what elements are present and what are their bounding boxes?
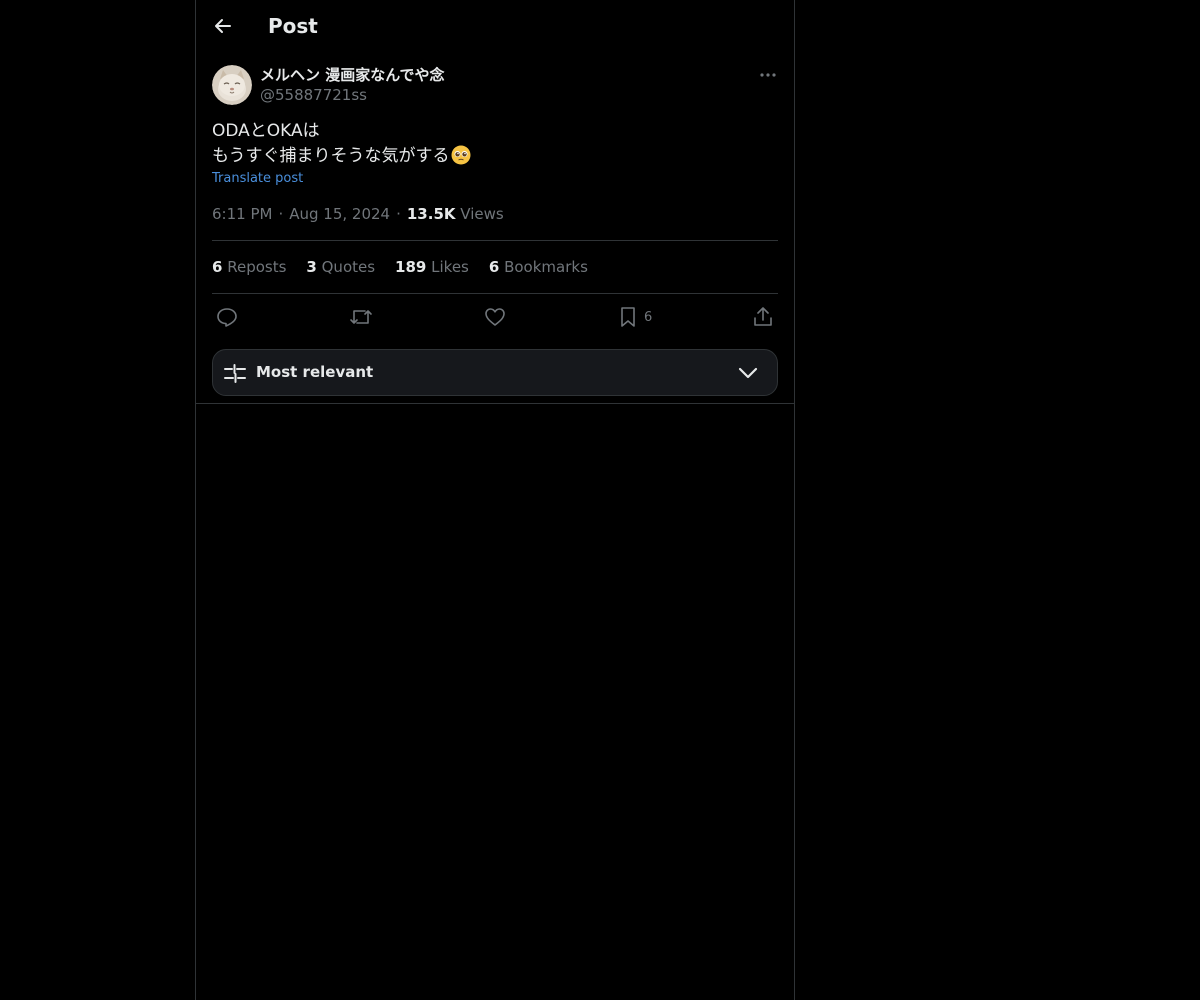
translate-post-link[interactable]: Translate post <box>212 170 303 188</box>
post-meta: 6:11 PM · Aug 15, 2024 · 13.5K Views <box>212 204 504 224</box>
views-count: 13.5K <box>406 205 456 223</box>
divider <box>212 293 778 294</box>
bookmarks-stat[interactable]: 6 Bookmarks <box>489 257 588 277</box>
post-text-line2: もうすぐ捕まりそうな気がする <box>212 146 450 166</box>
author-name[interactable]: メルヘン 漫画家なんでや念 <box>260 65 444 85</box>
post-actions: 6 <box>212 303 778 331</box>
post-article: メルヘン 漫画家なんでや念 @55887721ss ODAとOKAは もうすぐ捕… <box>212 63 778 327</box>
author-handle[interactable]: @55887721ss <box>260 85 367 105</box>
bookmark-icon <box>621 307 635 327</box>
likes-stat[interactable]: 189 Likes <box>395 257 469 277</box>
reply-button[interactable] <box>216 303 238 331</box>
more-horizontal-icon <box>760 73 776 77</box>
reposts-stat[interactable]: 6 Reposts <box>212 257 286 277</box>
sliders-icon <box>224 364 246 383</box>
avatar[interactable] <box>212 65 252 105</box>
reposts-label: Reposts <box>227 258 287 276</box>
bookmarks-count: 6 <box>488 258 500 276</box>
meta-separator: · <box>278 205 284 223</box>
likes-label: Likes <box>431 258 469 276</box>
quotes-label: Quotes <box>321 258 376 276</box>
bookmark-button[interactable]: 6 <box>618 303 652 331</box>
like-button[interactable] <box>484 303 506 331</box>
repost-button[interactable] <box>349 303 373 331</box>
repost-icon <box>350 310 372 324</box>
quotes-count: 3 <box>306 258 317 276</box>
main-column: Post メルヘン 漫画家なんでや念 @55887721ss ODAとOKAは … <box>195 0 795 1000</box>
post-stats: 6 Reposts 3 Quotes 189 Likes 6 Bookmarks <box>212 257 588 277</box>
author-row: メルヘン 漫画家なんでや念 @55887721ss <box>212 63 778 107</box>
divider <box>212 240 778 241</box>
cat-avatar-icon <box>212 65 252 105</box>
post-date[interactable]: Aug 15, 2024 <box>289 205 390 223</box>
likes-count: 189 <box>395 258 427 276</box>
meta-separator: · <box>396 205 401 223</box>
post-time[interactable]: 6:11 PM <box>212 205 272 223</box>
reposts-count: 6 <box>212 258 223 276</box>
sort-label: Most relevant <box>256 363 374 381</box>
views-label: Views <box>460 205 504 223</box>
quotes-stat[interactable]: 3 Quotes <box>306 257 375 277</box>
back-button[interactable] <box>208 11 238 41</box>
section-divider <box>196 403 794 404</box>
post-text-line1: ODAとOKAは <box>212 121 320 141</box>
more-options-button[interactable] <box>758 67 778 83</box>
arrow-left-icon <box>215 19 231 33</box>
page-title: Post <box>268 14 318 38</box>
share-icon <box>754 307 772 326</box>
chevron-down-icon <box>738 367 758 379</box>
post-text: ODAとOKAは もうすぐ捕まりそうな気がする <box>212 119 471 169</box>
reply-sort-dropdown[interactable]: Most relevant <box>212 349 778 396</box>
post-header: Post <box>196 0 794 53</box>
bookmark-count: 6 <box>644 309 653 325</box>
reply-icon <box>217 308 237 327</box>
pleading-face-emoji-icon <box>451 145 470 165</box>
bookmarks-label: Bookmarks <box>504 258 588 276</box>
heart-icon <box>485 308 505 326</box>
share-button[interactable] <box>752 303 774 331</box>
